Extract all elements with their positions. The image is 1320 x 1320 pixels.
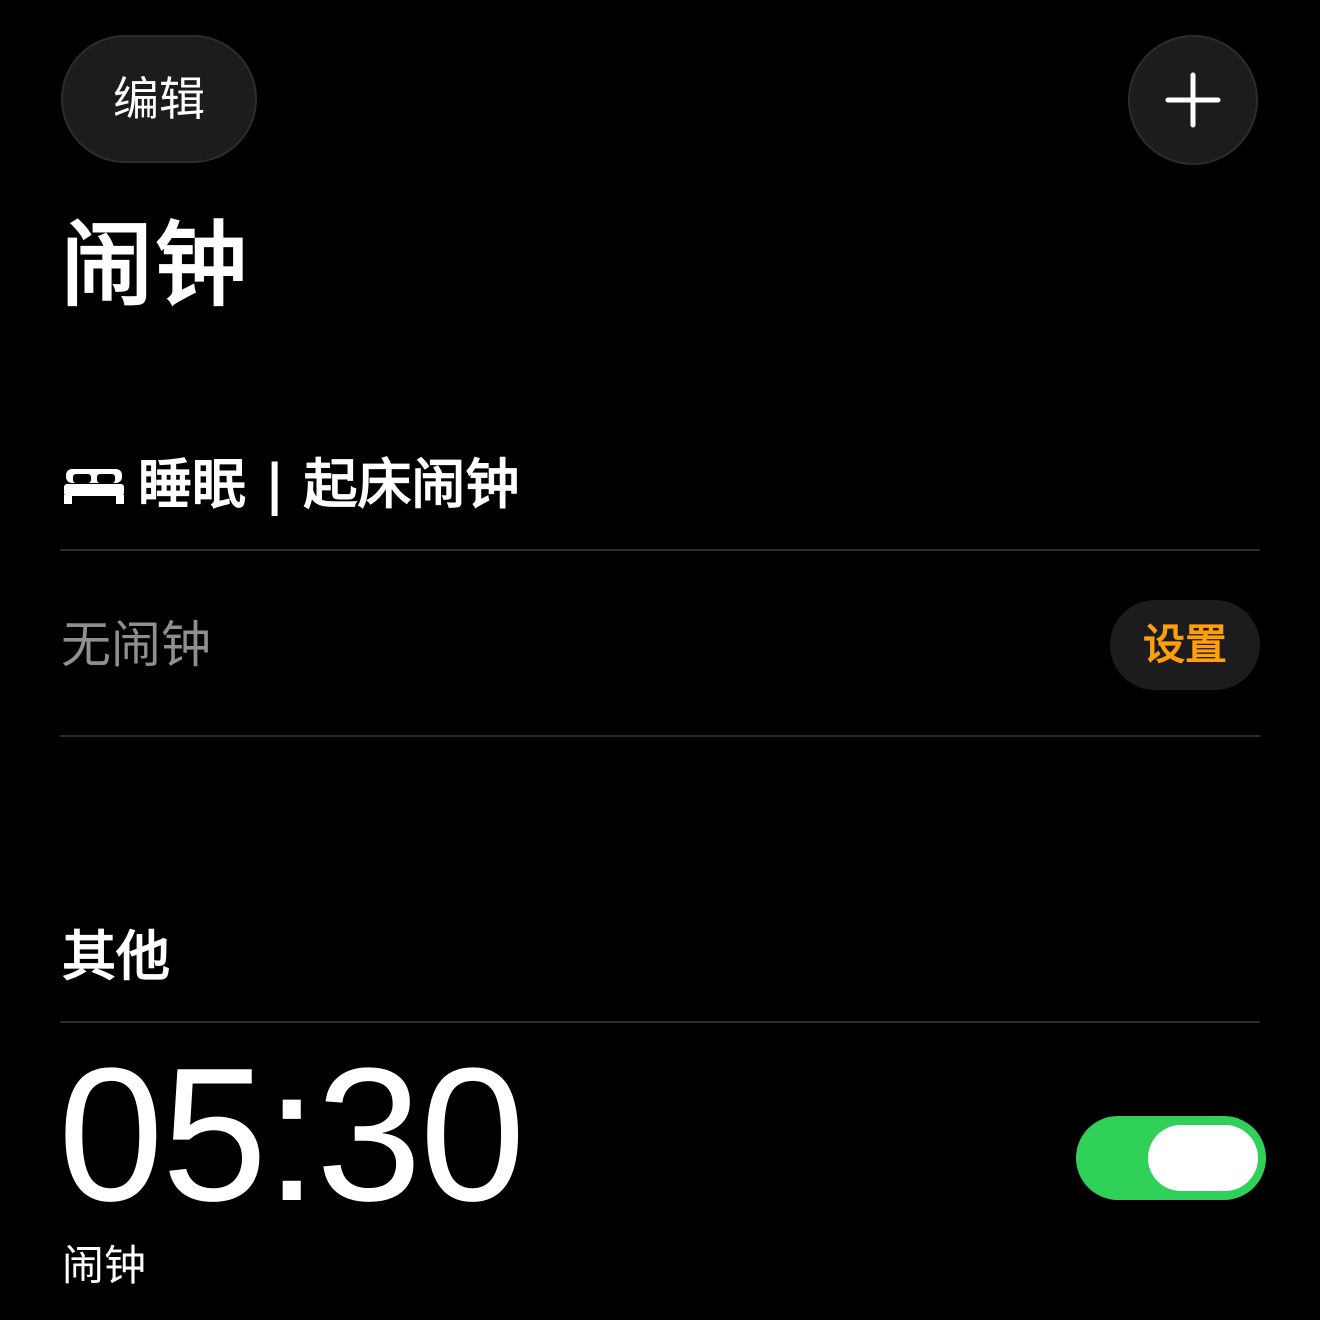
sleep-section-header: 睡眠 | 起床闹钟	[64, 450, 519, 520]
sleep-section-title: 睡眠 | 起床闹钟	[138, 453, 520, 516]
edit-button[interactable]: 编辑	[61, 35, 257, 163]
bed-icon	[64, 469, 124, 504]
page-title: 闹钟	[61, 212, 250, 319]
setup-button[interactable]: 设置	[1110, 600, 1260, 690]
plus-icon	[1165, 72, 1221, 128]
divider	[60, 1021, 1260, 1023]
no-alarm-text: 无闹钟	[61, 616, 211, 674]
divider	[60, 549, 1260, 551]
other-section-title: 其他	[62, 925, 170, 988]
alarm-toggle[interactable]	[1076, 1116, 1266, 1200]
toggle-knob	[1148, 1125, 1258, 1191]
alarm-label: 闹钟	[62, 1241, 147, 1290]
divider	[60, 735, 1260, 737]
add-alarm-button[interactable]	[1128, 35, 1258, 165]
alarm-time[interactable]: 05:30	[58, 1040, 525, 1230]
